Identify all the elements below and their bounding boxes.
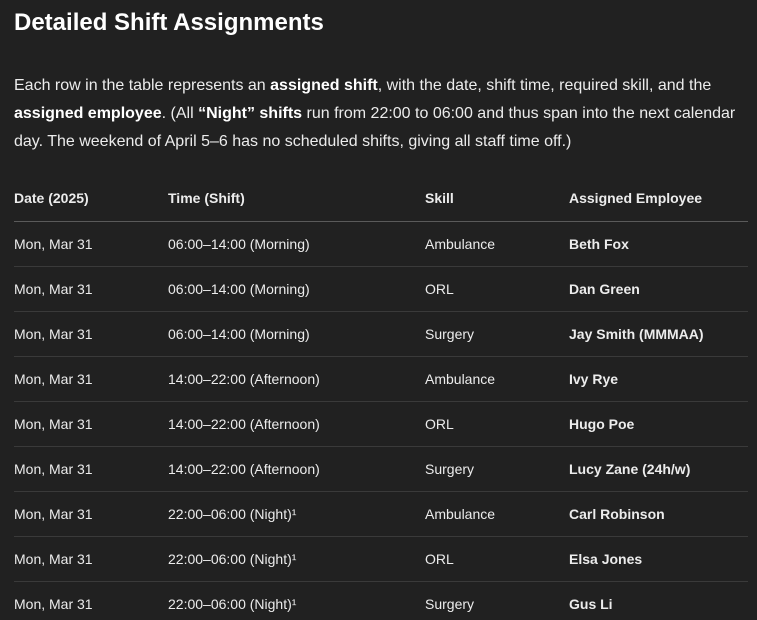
- intro-bold-assigned-shift: assigned shift: [270, 77, 378, 94]
- cell-skill: Ambulance: [425, 491, 569, 537]
- intro-text-2: , with the date, shift time, required sk…: [377, 77, 712, 94]
- cell-time: 22:00–06:00 (Night)¹: [168, 596, 297, 612]
- table-row: Mon, Mar 31 06:00–14:00 (Morning) Ambula…: [14, 221, 748, 267]
- cell-date: Mon, Mar 31: [14, 311, 168, 357]
- shift-assignments-table: Date (2025) Time (Shift) Skill Assigned …: [14, 175, 748, 620]
- table-row: Mon, Mar 31 06:00–14:00 (Morning) ORL Da…: [14, 266, 748, 312]
- intro-bold-night-shifts: “Night” shifts: [198, 105, 303, 122]
- cell-employee: Ivy Rye: [569, 356, 748, 402]
- cell-employee: Gus Li: [569, 596, 613, 612]
- cell-employee: Beth Fox: [569, 221, 748, 267]
- intro-text-3: . (All: [161, 105, 199, 122]
- table-row: Mon, Mar 31 22:00–06:00 (Night)¹ Ambulan…: [14, 491, 748, 537]
- message-content: Detailed Shift Assignments Each row in t…: [0, 0, 748, 620]
- table-row: Mon, Mar 31 22:00–06:00 (Night)¹ ORL Els…: [14, 536, 748, 582]
- cell-date: Mon, Mar 31: [14, 536, 168, 582]
- cell-skill: Ambulance: [425, 221, 569, 267]
- cell-date: Mon, Mar 31: [14, 491, 168, 537]
- cell-employee: Jay Smith (MMMAA): [569, 311, 748, 357]
- cell-employee: Carl Robinson: [569, 491, 748, 537]
- cell-time: 22:00–06:00 (Night)¹: [168, 491, 425, 537]
- cell-date: Mon, Mar 31: [14, 266, 168, 312]
- section-heading: Detailed Shift Assignments: [14, 9, 324, 36]
- table-row: Mon, Mar 31 14:00–22:00 (Afternoon) Surg…: [14, 446, 748, 492]
- table-row: Mon, Mar 31 14:00–22:00 (Afternoon) Ambu…: [14, 356, 748, 402]
- cell-skill: ORL: [425, 536, 569, 582]
- cell-skill: Ambulance: [425, 356, 569, 402]
- cell-time: 06:00–14:00 (Morning): [168, 311, 425, 357]
- cell-date: Mon, Mar 31: [14, 596, 93, 612]
- cell-date: Mon, Mar 31: [14, 221, 168, 267]
- cell-employee: Dan Green: [569, 266, 748, 312]
- table-row: Mon, Mar 31 22:00–06:00 (Night)¹ Surgery…: [14, 582, 748, 620]
- cell-employee: Elsa Jones: [569, 536, 748, 582]
- cell-skill: ORL: [425, 401, 569, 447]
- cell-skill: Surgery: [425, 596, 475, 612]
- header-employee: Assigned Employee: [569, 175, 748, 222]
- cell-date: Mon, Mar 31: [14, 356, 168, 402]
- cell-skill: Surgery: [425, 311, 569, 357]
- cell-employee: Lucy Zane (24h/w): [569, 446, 748, 492]
- cell-employee: Hugo Poe: [569, 401, 748, 447]
- cell-time: 06:00–14:00 (Morning): [168, 266, 425, 312]
- table-row: Mon, Mar 31 14:00–22:00 (Afternoon) ORL …: [14, 401, 748, 447]
- intro-paragraph: Each row in the table represents an assi…: [14, 72, 748, 156]
- cell-time: 14:00–22:00 (Afternoon): [168, 446, 425, 492]
- cell-date: Mon, Mar 31: [14, 401, 168, 447]
- header-time: Time (Shift): [168, 175, 425, 222]
- cell-skill: ORL: [425, 266, 569, 312]
- intro-text-1: Each row in the table represents an: [14, 77, 271, 94]
- cell-time: 06:00–14:00 (Morning): [168, 221, 425, 267]
- cell-time: 22:00–06:00 (Night)¹: [168, 536, 425, 582]
- header-date: Date (2025): [14, 175, 168, 222]
- header-skill: Skill: [425, 175, 569, 222]
- cell-date: Mon, Mar 31: [14, 446, 168, 492]
- cell-time: 14:00–22:00 (Afternoon): [168, 356, 425, 402]
- cell-time: 14:00–22:00 (Afternoon): [168, 401, 425, 447]
- table-row: Mon, Mar 31 06:00–14:00 (Morning) Surger…: [14, 311, 748, 357]
- cell-skill: Surgery: [425, 446, 569, 492]
- intro-bold-assigned-employee: assigned employee: [14, 105, 162, 122]
- table-header-row: Date (2025) Time (Shift) Skill Assigned …: [14, 175, 748, 222]
